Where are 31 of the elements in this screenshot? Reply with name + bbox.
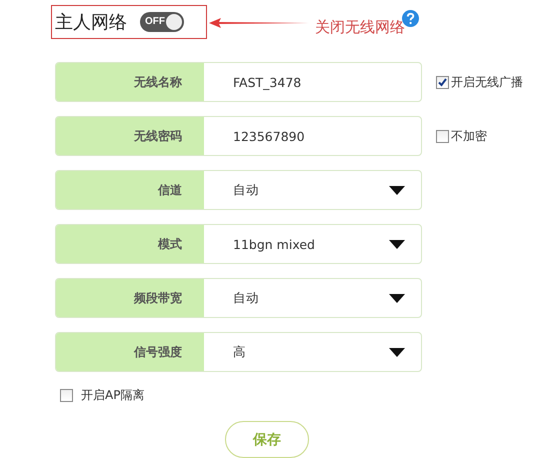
field-label: 信号强度 [56, 333, 204, 371]
toggle-switch[interactable]: OFF [140, 12, 184, 32]
input-field[interactable]: 无线名称 FAST_3478 [55, 62, 422, 102]
field-value: 123567890 [233, 128, 306, 144]
field-label: 频段带宽 [56, 279, 204, 317]
section-title: 主人网络 [55, 10, 127, 34]
checkbox-label: 不加密 [451, 128, 487, 144]
caret-icon [389, 348, 405, 356]
checkbox[interactable] [436, 130, 449, 142]
input-field[interactable]: 无线密码 123567890 [55, 116, 422, 156]
field-value: 高 [233, 344, 247, 360]
caret-icon [389, 240, 405, 248]
field-value: FAST_3478 [233, 74, 302, 90]
field-label: 无线名称 [56, 63, 204, 101]
checkbox[interactable] [60, 389, 73, 402]
caret-icon [389, 294, 405, 302]
checkbox-label: 开启无线广播 [451, 74, 523, 90]
dropdown[interactable]: 模式 11bgn mixed [55, 224, 422, 264]
field-value: 自动 [233, 182, 260, 198]
field-value: 自动 [233, 290, 260, 306]
checkbox[interactable] [436, 76, 449, 88]
caret-icon [389, 186, 405, 194]
checkbox-label: 开启AP隔离 [81, 387, 144, 404]
annotation-text: 关闭无线网络 [315, 18, 405, 37]
field-label: 模式 [56, 225, 204, 263]
field-value: 11bgn mixed [233, 236, 316, 252]
dropdown[interactable]: 频段带宽 自动 [55, 278, 422, 318]
field-label: 信道 [56, 171, 204, 209]
dropdown[interactable]: 信道 自动 [55, 170, 422, 210]
field-label: 无线密码 [56, 117, 204, 155]
dropdown[interactable]: 信号强度 高 [55, 332, 422, 372]
